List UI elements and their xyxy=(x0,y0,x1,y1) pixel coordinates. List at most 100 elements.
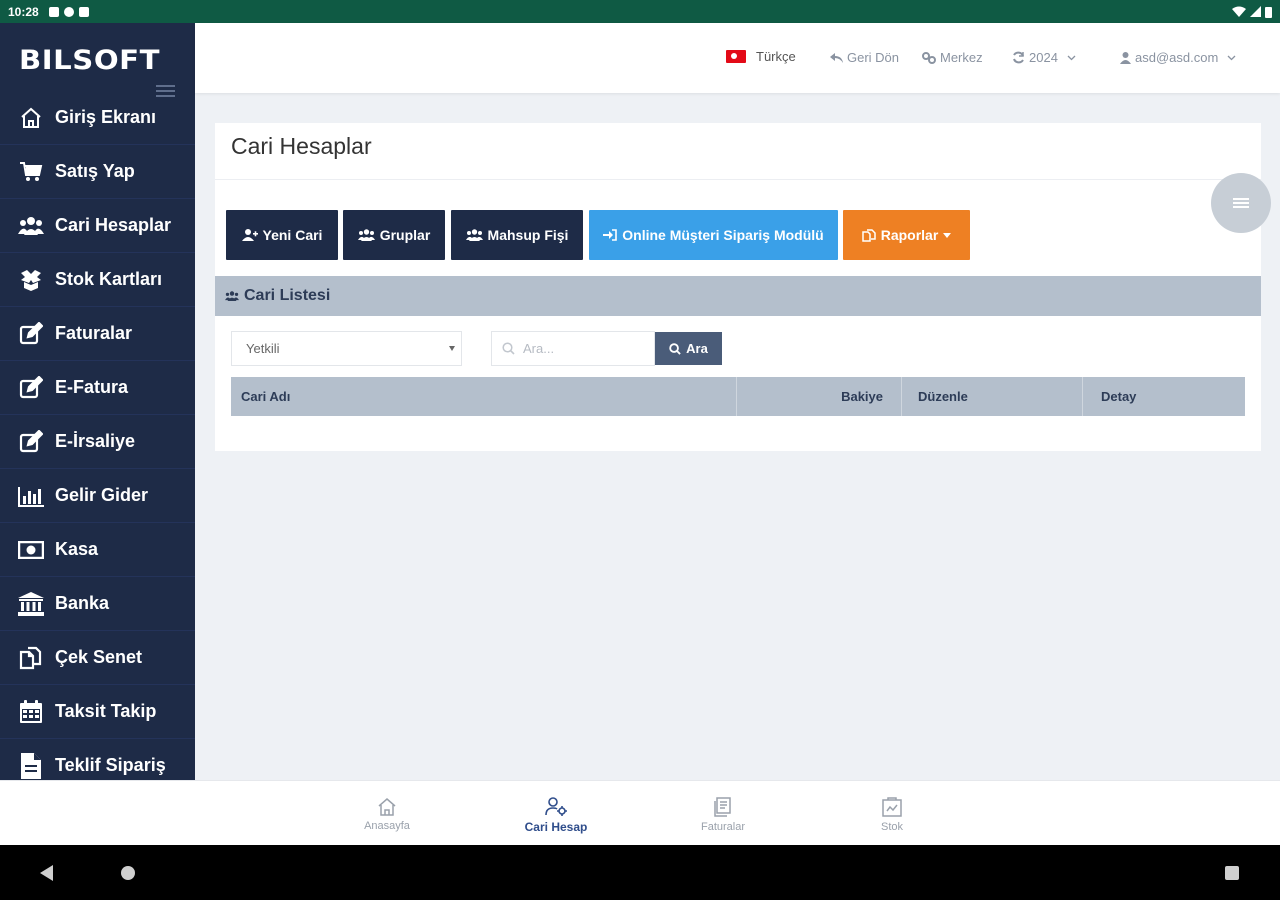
sidebar-item-faturalar[interactable]: Faturalar xyxy=(0,307,195,361)
sidebar-item-label: Stok Kartları xyxy=(55,269,163,289)
back-icon[interactable] xyxy=(40,865,53,881)
gears-icon xyxy=(922,51,936,64)
wifi-icon xyxy=(1232,6,1246,17)
user-email: asd@asd.com xyxy=(1135,50,1219,65)
sidebar-item-banka[interactable]: Banka xyxy=(0,577,195,631)
search-button[interactable]: Ara xyxy=(655,332,722,365)
sidebar-item-stok-kartlari[interactable]: Stok Kartları xyxy=(0,253,195,307)
search-input[interactable]: Ara... xyxy=(491,331,655,366)
invoice-icon xyxy=(714,797,731,817)
system-icons xyxy=(1232,6,1272,18)
chevron-down-icon xyxy=(1067,55,1076,60)
bottom-nav-invoices[interactable]: Faturalar xyxy=(673,797,773,833)
search-icon xyxy=(669,342,681,355)
sidebar-item-label: Banka xyxy=(55,593,110,613)
bottom-nav-accounts[interactable]: Cari Hesap xyxy=(506,797,606,834)
reports-label: Raporlar xyxy=(880,227,939,243)
column-header-balance[interactable]: Bakiye xyxy=(737,377,902,416)
account-list-title: Cari Listesi xyxy=(244,287,331,304)
recent-apps-icon[interactable] xyxy=(1225,866,1239,880)
language-label: Türkçe xyxy=(756,49,796,64)
sidebar-item-cek-senet[interactable]: Çek Senet xyxy=(0,631,195,685)
chevron-down-icon xyxy=(1227,55,1236,60)
system-navigation-bar xyxy=(0,845,1280,900)
sidebar-item-label: Kasa xyxy=(55,539,99,559)
sidebar: BILSOFT Giriş Ekranı Satış Yap Cari Hesa… xyxy=(0,23,195,780)
column-header-account-name[interactable]: Cari Adı xyxy=(231,377,737,416)
online-order-module-button[interactable]: Online Müşteri Sipariş Modülü xyxy=(589,210,838,260)
sidebar-item-label: Faturalar xyxy=(55,323,133,343)
bottom-nav-label: Cari Hesap xyxy=(524,820,588,834)
stock-box-icon xyxy=(882,797,902,817)
users-icon xyxy=(225,291,239,301)
year-selector[interactable]: 2024 xyxy=(1012,50,1076,65)
new-account-button[interactable]: Yeni Cari xyxy=(226,210,338,260)
bottom-navigation: Anasayfa Cari Hesap Faturalar Stok xyxy=(0,780,1280,845)
sidebar-item-giris-ekrani[interactable]: Giriş Ekranı xyxy=(0,91,195,145)
sidebar-item-label: Çek Senet xyxy=(55,647,143,667)
accounts-table-header: Cari Adı Bakiye Düzenle Detay xyxy=(231,377,1245,416)
status-bar: 10:28 xyxy=(0,0,1280,23)
home-icon xyxy=(18,105,44,131)
reports-dropdown-button[interactable]: Raporlar xyxy=(843,210,970,260)
title-divider xyxy=(215,179,1261,180)
turkey-flag-icon xyxy=(726,50,746,63)
top-header: Türkçe Geri Dön Merkez 2024 asd@asd.com xyxy=(195,23,1280,93)
sidebar-item-taksit-takip[interactable]: Taksit Takip xyxy=(0,685,195,739)
menu-icon xyxy=(1233,196,1249,210)
user-plus-icon xyxy=(241,229,258,241)
filter-select[interactable]: Yetkili xyxy=(231,331,462,366)
user-icon xyxy=(1120,51,1131,64)
edit-icon xyxy=(18,429,44,455)
language-selector[interactable]: Türkçe xyxy=(726,49,796,64)
home-circle-icon[interactable] xyxy=(121,866,135,880)
sidebar-item-label: Teklif Sipariş xyxy=(55,755,166,775)
back-link[interactable]: Geri Dön xyxy=(830,50,899,65)
sidebar-nav: Giriş Ekranı Satış Yap Cari Hesaplar Sto… xyxy=(0,91,195,780)
floating-menu-button[interactable] xyxy=(1211,173,1271,233)
bottom-nav-stock[interactable]: Stok xyxy=(842,797,942,833)
account-list-header: Cari Listesi xyxy=(215,276,1261,316)
sidebar-item-teklif-siparis[interactable]: Teklif Sipariş xyxy=(0,739,195,780)
edit-icon xyxy=(18,321,44,347)
search-button-label: Ara xyxy=(686,341,708,356)
sidebar-item-label: Taksit Takip xyxy=(55,701,157,721)
signal-icon xyxy=(1250,6,1261,17)
caret-down-icon xyxy=(449,346,455,351)
search-placeholder: Ara... xyxy=(523,341,555,356)
sidebar-item-e-fatura[interactable]: E-Fatura xyxy=(0,361,195,415)
column-header-detail[interactable]: Detay xyxy=(1083,377,1245,416)
branch-selector[interactable]: Merkez xyxy=(922,50,983,65)
sidebar-item-label: Giriş Ekranı xyxy=(55,107,157,127)
refresh-icon xyxy=(1013,51,1024,64)
bank-icon xyxy=(18,591,44,617)
bottom-nav-home[interactable]: Anasayfa xyxy=(337,797,437,832)
users-icon xyxy=(357,229,375,241)
bottom-nav-label: Faturalar xyxy=(700,821,746,833)
sidebar-item-e-irsaliye[interactable]: E-İrsaliye xyxy=(0,415,195,469)
app-logo[interactable]: BILSOFT xyxy=(0,23,195,77)
main-panel: Cari Hesaplar Yeni Cari Gruplar Mahsup F… xyxy=(215,123,1261,451)
users-icon xyxy=(465,229,483,241)
sidebar-item-label: Satış Yap xyxy=(55,161,135,181)
user-settings-icon xyxy=(545,797,567,816)
bar-chart-icon xyxy=(18,483,44,509)
groups-label: Gruplar xyxy=(379,227,431,243)
offset-slip-button[interactable]: Mahsup Fişi xyxy=(451,210,583,260)
battery-icon xyxy=(1265,6,1272,18)
bottom-nav-label: Anasayfa xyxy=(364,820,410,832)
column-header-edit[interactable]: Düzenle xyxy=(902,377,1083,416)
sidebar-item-satis-yap[interactable]: Satış Yap xyxy=(0,145,195,199)
user-menu[interactable]: asd@asd.com xyxy=(1120,50,1236,65)
sidebar-item-kasa[interactable]: Kasa xyxy=(0,523,195,577)
sidebar-item-cari-hesaplar[interactable]: Cari Hesaplar xyxy=(0,199,195,253)
documents-icon xyxy=(18,645,44,671)
groups-button[interactable]: Gruplar xyxy=(343,210,445,260)
stock-icon xyxy=(18,267,44,293)
sidebar-item-gelir-gider[interactable]: Gelir Gider xyxy=(0,469,195,523)
offset-slip-label: Mahsup Fişi xyxy=(487,227,569,243)
notification-icon xyxy=(63,6,74,17)
year-label: 2024 xyxy=(1029,50,1058,65)
online-order-module-label: Online Müşteri Sipariş Modülü xyxy=(622,227,824,243)
undo-icon xyxy=(830,52,843,63)
